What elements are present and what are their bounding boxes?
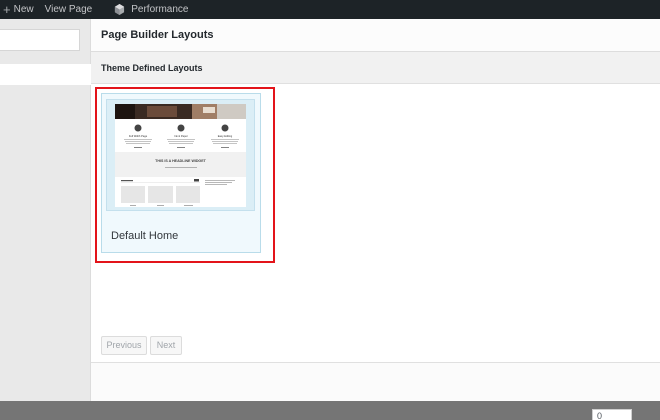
left-pane [0,19,91,401]
page-number-field[interactable]: 0 [592,409,632,420]
admin-bar: + New View Page Performance [0,0,660,19]
next-button[interactable]: Next [150,336,182,355]
admin-bar-performance[interactable]: Performance [110,0,192,19]
highlight-box: Full Width Page Ink & Paper Easy Editing [95,87,275,263]
admin-bar-view-page[interactable]: View Page [41,0,97,19]
admin-bar-performance-label: Performance [131,4,189,15]
layouts-panel: Page Builder Layouts Theme Defined Layou… [91,19,660,401]
performance-icon [115,4,125,15]
layout-thumbnail: Full Width Page Ink & Paper Easy Editing [106,99,255,211]
panel-header: Page Builder Layouts [91,19,660,52]
section-title: Theme Defined Layouts [101,63,203,73]
admin-bar-new[interactable]: + New [0,0,38,19]
thumb-col-title-2: Ink & Paper [174,134,188,138]
admin-bar-new-label: New [13,4,34,15]
thumb-headline: THIS IS A HEADLINE WIDGET [155,159,206,163]
layouts-content: Full Width Page Ink & Paper Easy Editing [91,84,660,363]
left-active-item[interactable] [0,64,91,85]
layout-thumbnail-image: Full Width Page Ink & Paper Easy Editing [115,104,246,207]
thumb-col-title-3: Easy Editing [218,134,233,138]
layout-card-default-home[interactable]: Full Width Page Ink & Paper Easy Editing [101,93,261,253]
layout-name: Default Home [111,230,179,242]
previous-button[interactable]: Previous [101,336,147,355]
plus-icon: + [3,2,11,17]
bottom-bar: 0 [0,401,660,420]
panel-title: Page Builder Layouts [101,29,214,41]
left-search-input[interactable] [0,29,80,51]
admin-bar-view-page-label: View Page [44,4,93,15]
section-bar: Theme Defined Layouts [91,52,660,84]
thumb-col-title-1: Full Width Page [129,134,148,138]
